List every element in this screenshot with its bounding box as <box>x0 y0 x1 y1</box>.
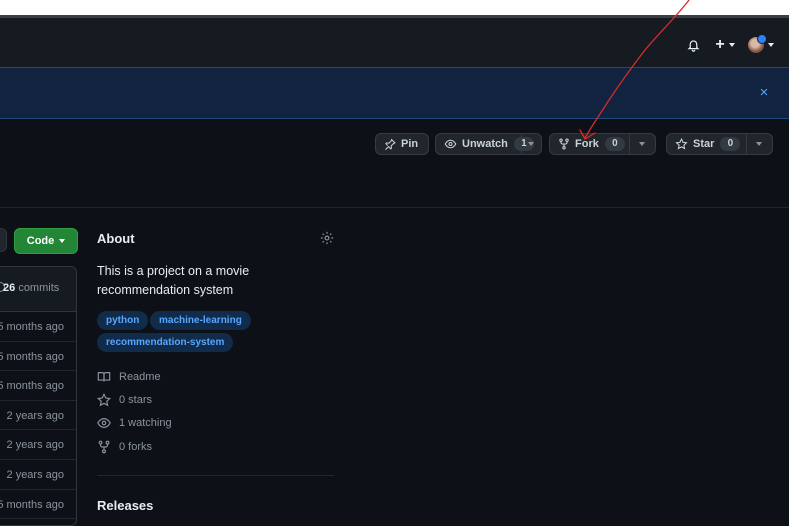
repo-description: This is a project on a movie recommendat… <box>97 264 250 297</box>
about-heading: About <box>97 231 135 246</box>
releases-heading[interactable]: Releases <box>97 498 153 513</box>
chevron-down-icon <box>59 239 66 243</box>
star-icon <box>97 393 111 407</box>
fork-icon <box>97 440 111 454</box>
gear-icon[interactable] <box>320 231 334 245</box>
avatar-menu[interactable] <box>747 34 775 54</box>
eye-icon <box>97 416 111 430</box>
star-button[interactable]: Star 0 <box>667 134 746 154</box>
file-row[interactable]: 2 years ago <box>0 460 76 490</box>
commits-link[interactable]: 26 commits <box>3 282 59 294</box>
file-list: 26 commits 5 months ago 5 months ago 5 m… <box>0 266 77 526</box>
file-row-age: 2 years ago <box>6 468 64 481</box>
file-row-age: 5 months ago <box>0 321 64 333</box>
file-row-age: 2 years ago <box>6 409 64 422</box>
code-button[interactable]: Code <box>14 228 78 254</box>
commits-label: commits <box>18 282 60 294</box>
file-row-age: 5 months ago <box>0 498 64 511</box>
topic-tag[interactable]: recommendation-system <box>97 333 234 352</box>
fork-button[interactable]: Fork 0 <box>550 134 629 154</box>
commit-header: 26 commits <box>0 267 76 312</box>
file-row-age: 2 years ago <box>6 439 64 452</box>
plus-icon: + <box>715 36 725 53</box>
partial-button[interactable] <box>0 228 7 252</box>
watching-link[interactable]: 1 watching <box>97 416 172 430</box>
file-row[interactable]: 2 years ago <box>0 430 76 460</box>
fork-button-group: Fork 0 <box>549 133 656 155</box>
topic-tag[interactable]: machine-learning <box>150 311 251 330</box>
forks-link[interactable]: 0 forks <box>97 440 152 454</box>
pin-icon <box>384 138 396 150</box>
sidebar-divider <box>97 475 334 476</box>
watching-label: 1 watching <box>119 417 172 429</box>
file-row[interactable]: 5 months ago <box>0 342 76 372</box>
browser-top-strip <box>0 0 789 15</box>
file-row[interactable]: 5 months ago <box>0 490 76 520</box>
close-icon[interactable]: × <box>755 84 773 102</box>
stars-label: 0 stars <box>119 394 153 406</box>
stars-link[interactable]: 0 stars <box>97 393 152 407</box>
watch-dropdown[interactable] <box>522 134 541 154</box>
code-label: Code <box>26 235 55 247</box>
book-icon <box>97 370 111 384</box>
forks-label: 0 forks <box>119 441 153 453</box>
commit-count: 26 <box>3 282 16 294</box>
star-button-group: Star 0 <box>666 133 773 155</box>
topic-tag[interactable]: python <box>97 311 149 330</box>
star-icon <box>675 138 688 150</box>
info-banner <box>0 67 789 119</box>
star-counter: 0 <box>720 137 741 151</box>
fork-counter: 0 <box>604 137 625 151</box>
star-dropdown[interactable] <box>747 134 772 154</box>
status-dot <box>757 34 767 44</box>
fork-icon <box>558 138 570 150</box>
chevron-down-icon <box>639 142 646 146</box>
eye-icon <box>444 138 457 150</box>
chevron-down-icon <box>756 142 763 146</box>
tabs-divider <box>0 207 789 208</box>
file-row-age: 5 months ago <box>0 350 64 363</box>
bell-icon[interactable] <box>686 36 700 54</box>
chevron-down-icon <box>768 43 774 47</box>
chevron-down-icon <box>728 43 735 47</box>
file-row-age: 5 months ago <box>0 380 64 393</box>
pin-label: Pin <box>401 138 419 150</box>
file-row[interactable]: 2 years ago <box>0 401 76 431</box>
unwatch-label: Unwatch <box>462 138 508 150</box>
unwatch-button[interactable]: Unwatch 1 <box>436 134 534 154</box>
avatar <box>748 34 767 53</box>
readme-link[interactable]: Readme <box>97 370 161 384</box>
file-row[interactable]: 5 months ago <box>0 371 76 401</box>
fork-label: Fork <box>575 138 599 150</box>
readme-label: Readme <box>119 371 161 383</box>
watch-button-group: Unwatch 1 <box>435 133 542 155</box>
create-new-menu[interactable]: + <box>713 36 737 54</box>
chevron-down-icon <box>528 142 535 146</box>
file-row[interactable]: 5 months ago <box>0 312 76 342</box>
fork-dropdown[interactable] <box>630 134 655 154</box>
star-label: Star <box>693 138 715 150</box>
pin-button[interactable]: Pin <box>375 133 429 155</box>
site-header <box>0 18 789 67</box>
